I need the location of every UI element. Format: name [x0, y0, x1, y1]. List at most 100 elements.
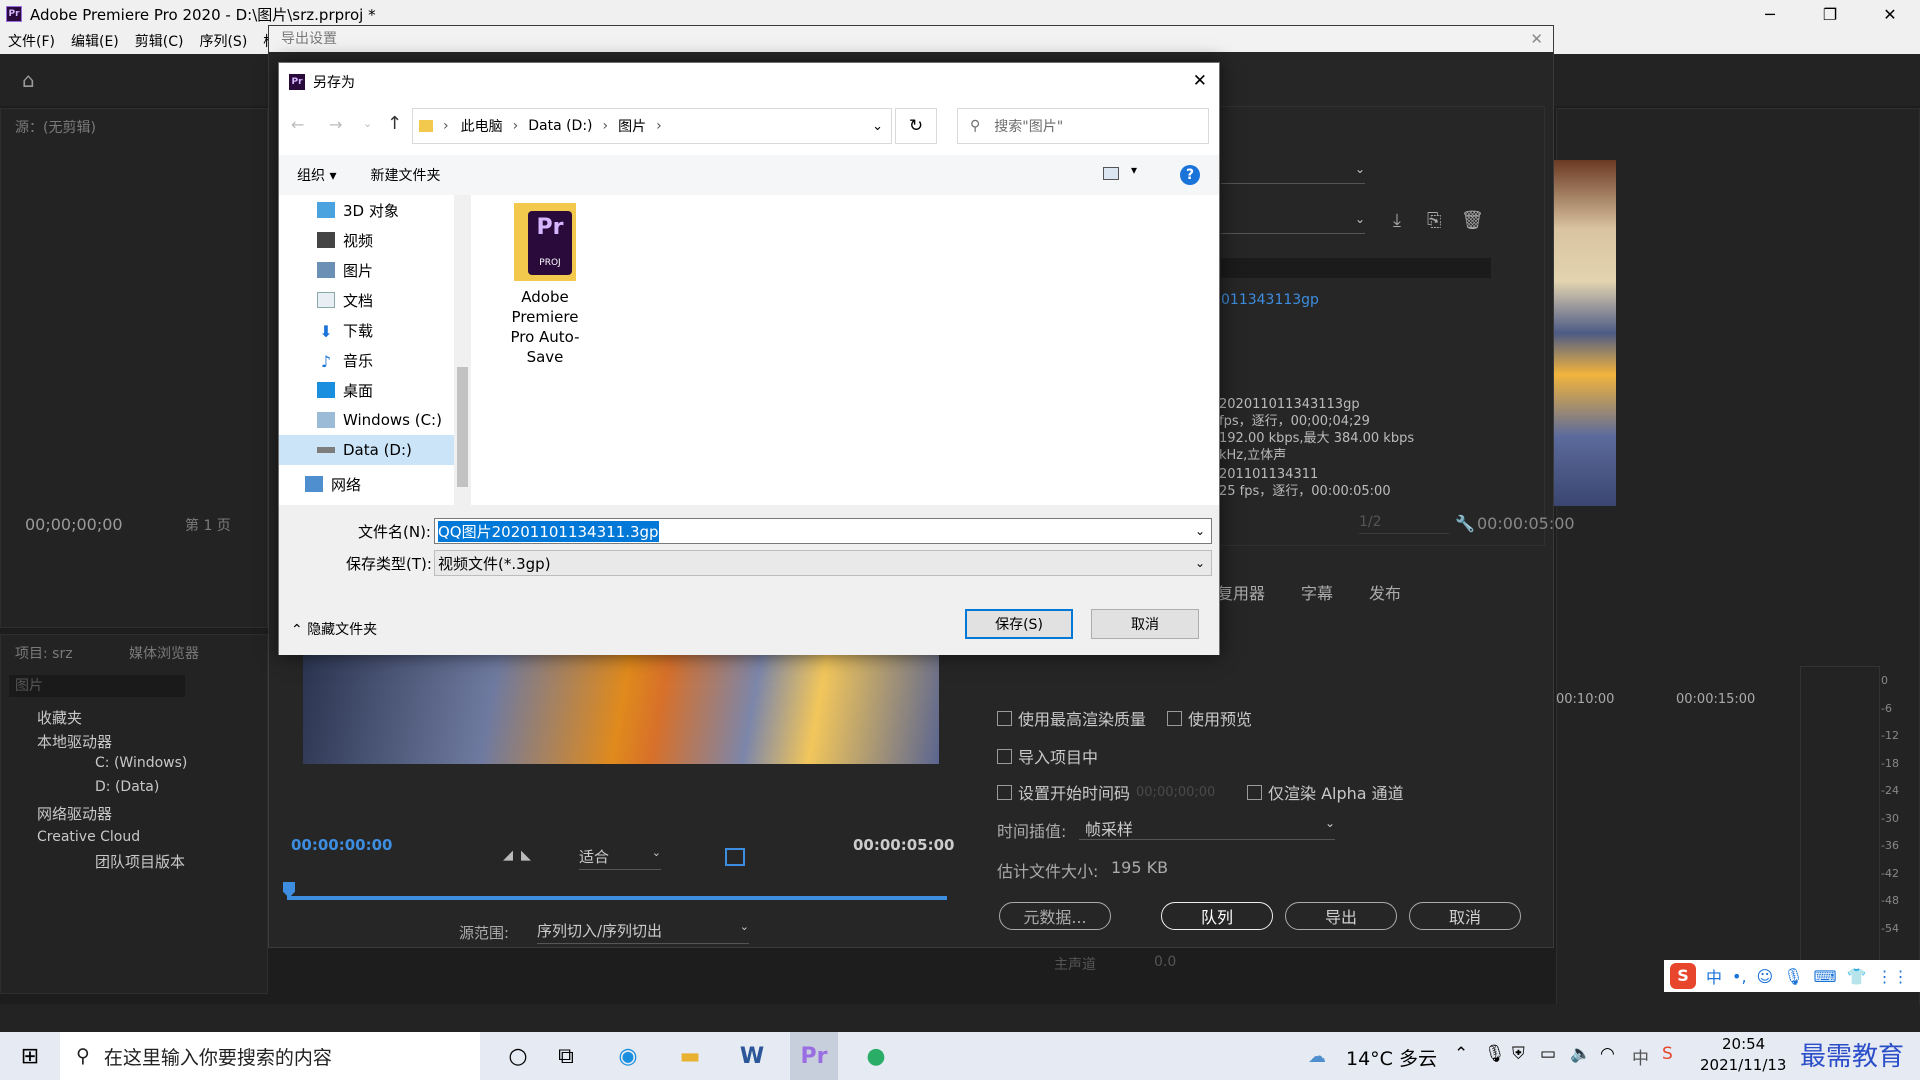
queue-button[interactable]: 队列 — [1161, 902, 1273, 930]
project-tab[interactable]: 项目: srz — [15, 643, 73, 663]
emoji-icon[interactable]: ☺ — [1757, 967, 1774, 986]
tree-drive-c[interactable]: C: (Windows) — [95, 755, 187, 771]
preview-scrubber[interactable] — [287, 896, 947, 900]
cancel-button[interactable]: 取消 — [1091, 609, 1199, 639]
checkbox-icon[interactable] — [1167, 710, 1182, 726]
nav-desktop[interactable]: 桌面 — [279, 375, 454, 405]
mic-tray-icon[interactable]: 🎙 — [1484, 1044, 1506, 1064]
scroll-thumb[interactable] — [457, 367, 468, 487]
task-view-icon[interactable]: ⧉ — [542, 1032, 590, 1080]
cortana-icon[interactable]: ○ — [494, 1032, 542, 1080]
file-item[interactable]: Pr PROJ Adobe Premiere Pro Auto-Save — [499, 203, 591, 367]
recent-locations-icon[interactable]: ⌄ — [363, 117, 372, 130]
mark-in-icon[interactable]: ◢ — [503, 848, 513, 863]
opt-set-start[interactable]: 设置开始时间码 00;00;00;00 — [997, 780, 1215, 804]
menu-clip[interactable]: 剪辑(C) — [135, 31, 184, 51]
tray-chevron-icon[interactable]: ⌃ — [1454, 1044, 1468, 1064]
filetype-select[interactable]: 视频文件(*.3gp) ⌄ — [434, 550, 1212, 576]
battery-icon[interactable]: ▭ — [1540, 1044, 1556, 1064]
save-preset-icon[interactable]: ⤓ — [1393, 210, 1401, 231]
help-button[interactable]: ? — [1180, 165, 1200, 185]
ime-mode[interactable]: 中 — [1706, 964, 1722, 988]
tree-local-drives[interactable]: 本地驱动器 — [37, 731, 112, 752]
crop-icon[interactable] — [725, 848, 745, 866]
word-icon[interactable]: W — [728, 1032, 776, 1080]
interp-select[interactable]: 帧采样 ⌄ — [1079, 816, 1335, 840]
clock-time[interactable]: 20:54 — [1722, 1035, 1765, 1053]
up-icon[interactable]: ↑ — [387, 113, 402, 134]
mark-out-icon[interactable]: ◣ — [521, 848, 531, 863]
comment-field[interactable] — [1221, 258, 1491, 278]
close-button[interactable]: ✕ — [1860, 0, 1920, 28]
security-icon[interactable]: ⛨ — [1512, 1044, 1525, 1064]
refresh-icon[interactable]: ↻ — [895, 108, 937, 144]
ime-tray-icon[interactable]: 中 — [1632, 1044, 1649, 1069]
sogou-icon[interactable]: S — [1670, 963, 1696, 989]
home-icon[interactable]: ⌂ — [22, 68, 44, 92]
export-close-button[interactable]: ✕ — [1530, 26, 1543, 52]
file-explorer-icon[interactable]: ▬ — [666, 1032, 714, 1080]
opt-max-quality[interactable]: 使用最高渲染质量 — [997, 706, 1146, 730]
filename-dropdown-icon[interactable]: ⌄ — [1195, 524, 1205, 538]
edge-icon[interactable]: ◉ — [604, 1032, 652, 1080]
dialog-search-input[interactable]: ⚲ 搜索"图片" — [957, 108, 1209, 144]
volume-icon[interactable]: 🔈 — [1570, 1044, 1591, 1064]
output-name-link[interactable]: 011343113gp — [1221, 292, 1319, 308]
weather-text[interactable]: 14°C 多云 — [1346, 1044, 1437, 1071]
save-button[interactable]: 保存(S) — [965, 609, 1073, 639]
address-bar[interactable]: › 此电脑 › Data (D:) › 图片 › ⌄ — [412, 108, 892, 144]
skin-icon[interactable]: 👕 — [1847, 967, 1867, 986]
checkbox-icon[interactable] — [997, 710, 1012, 726]
windows-start-icon[interactable]: ⊞ — [0, 1032, 60, 1080]
maximize-button[interactable]: ❐ — [1800, 0, 1860, 28]
breadcrumb-pictures[interactable]: 图片 — [618, 116, 646, 136]
new-folder-button[interactable]: 新建文件夹 — [370, 165, 440, 185]
nav-videos[interactable]: 视频 — [279, 225, 454, 255]
zoom-ratio-select[interactable]: 1/2 — [1359, 514, 1449, 534]
checkbox-icon[interactable] — [997, 748, 1012, 764]
tab-publish[interactable]: 发布 — [1369, 580, 1401, 604]
dialog-close-button[interactable]: ✕ — [1193, 71, 1207, 91]
mic-icon[interactable]: 🎙 — [1783, 967, 1803, 986]
clock-date[interactable]: 2021/11/13 — [1700, 1056, 1786, 1074]
nav-3d-objects[interactable]: 3D 对象 — [279, 195, 454, 225]
checkbox-icon[interactable] — [997, 784, 1012, 800]
preview-start-timecode[interactable]: 00:00:00:00 — [291, 836, 393, 854]
nav-downloads[interactable]: ⬇ 下载 — [279, 315, 454, 345]
tree-favorites[interactable]: 收藏夹 — [37, 707, 82, 728]
metadata-button[interactable]: 元数据... — [999, 902, 1111, 930]
wifi-icon[interactable]: ◠ — [1600, 1044, 1615, 1064]
sogou-tray-icon[interactable]: S — [1662, 1044, 1673, 1064]
keyboard-icon[interactable]: ⌨ — [1814, 967, 1837, 986]
premiere-taskbar-icon[interactable]: Pr — [790, 1032, 838, 1080]
export-button[interactable]: 导出 — [1285, 902, 1397, 930]
view-dropdown-icon[interactable]: ▾ — [1131, 163, 1137, 177]
tree-scrollbar[interactable] — [454, 195, 471, 505]
source-range-select[interactable]: 序列切入/序列切出 ⌄ — [537, 920, 749, 944]
address-dropdown-icon[interactable]: ⌄ — [872, 119, 883, 134]
punctuation-icon[interactable]: •, — [1732, 967, 1747, 986]
organize-button[interactable]: 组织 ▾ — [297, 165, 336, 185]
wrench-icon[interactable]: 🔧 — [1455, 514, 1475, 533]
project-search[interactable]: 图片 — [9, 675, 185, 697]
breadcrumb-data-d[interactable]: Data (D:) — [528, 118, 592, 134]
opt-import[interactable]: 导入项目中 — [997, 744, 1098, 768]
tree-network-drives[interactable]: 网络驱动器 — [37, 803, 112, 824]
media-browser-tab[interactable]: 媒体浏览器 — [129, 643, 199, 663]
menu-file[interactable]: 文件(F) — [8, 31, 55, 51]
filetype-dropdown-icon[interactable]: ⌄ — [1195, 556, 1205, 570]
opt-use-preview[interactable]: 使用预览 — [1167, 706, 1252, 730]
toolbox-icon[interactable]: ⋮⋮ — [1877, 967, 1909, 986]
opt-alpha[interactable]: 仅渲染 Alpha 通道 — [1247, 780, 1404, 804]
nav-music[interactable]: ♪ 音乐 — [279, 345, 454, 375]
tree-creative-cloud[interactable]: Creative Cloud — [37, 829, 140, 845]
delete-preset-icon[interactable]: 🗑 — [1461, 210, 1484, 231]
tab-captions[interactable]: 字幕 — [1301, 580, 1333, 604]
start-timecode-field[interactable]: 00;00;00;00 — [1136, 785, 1215, 800]
wechat-icon[interactable]: ● — [852, 1032, 900, 1080]
format-select[interactable]: ⌄ — [1221, 162, 1365, 184]
import-preset-icon[interactable]: ⎘ — [1427, 210, 1441, 231]
fit-select[interactable]: 适合 ⌄ — [579, 846, 661, 870]
taskbar-search[interactable]: ⚲ 在这里输入你要搜索的内容 — [60, 1032, 480, 1080]
back-icon[interactable]: ← — [291, 115, 304, 134]
